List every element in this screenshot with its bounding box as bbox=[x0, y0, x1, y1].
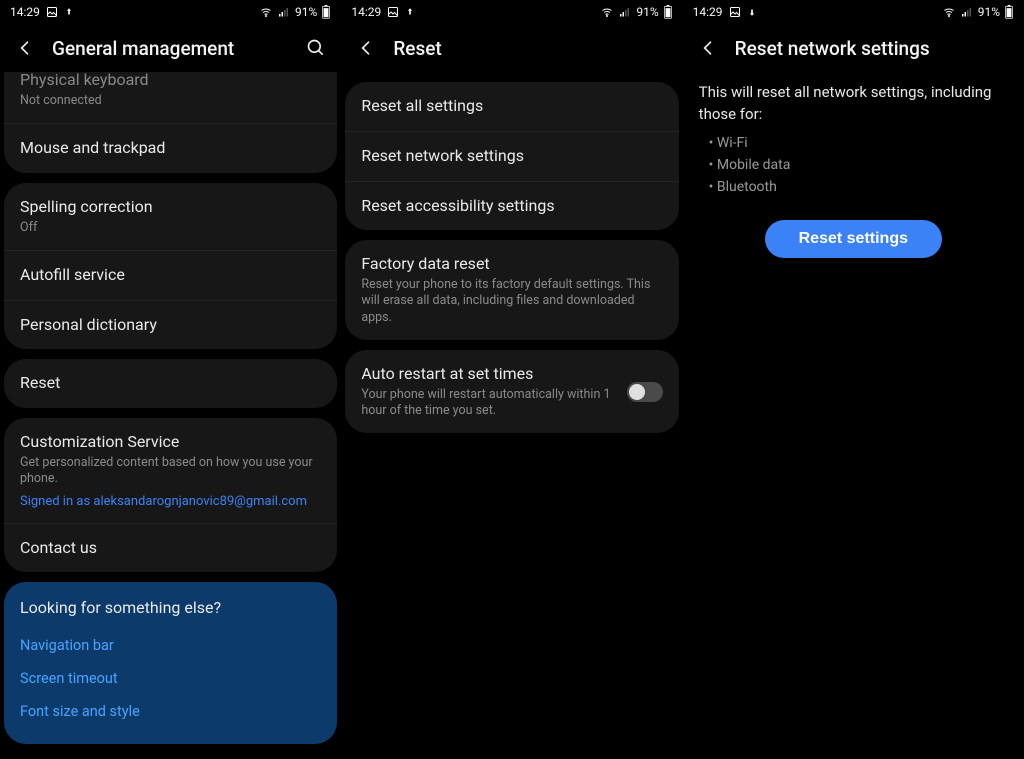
auto-restart-toggle[interactable] bbox=[627, 382, 663, 402]
signal-icon bbox=[277, 6, 291, 18]
reset-network-bullets: Wi-Fi Mobile data Bluetooth bbox=[699, 126, 1008, 198]
upload-icon bbox=[64, 6, 74, 18]
back-icon[interactable] bbox=[14, 37, 36, 59]
settings-card: Physical keyboard Not connected Mouse an… bbox=[4, 72, 337, 173]
status-bar: 14:29 91% bbox=[683, 0, 1024, 24]
upload-icon bbox=[405, 6, 415, 18]
settings-card: Auto restart at set times Your phone wil… bbox=[345, 350, 678, 433]
wifi-icon bbox=[942, 6, 956, 18]
suggestion-navigation-bar[interactable]: Navigation bar bbox=[20, 629, 321, 662]
bullet-bluetooth: Bluetooth bbox=[709, 176, 1008, 198]
row-label: Auto restart at set times bbox=[361, 364, 616, 385]
row-reset-network-settings[interactable]: Reset network settings bbox=[345, 131, 678, 181]
pane-reset: 14:29 91% bbox=[341, 0, 682, 759]
search-icon[interactable] bbox=[305, 37, 327, 59]
row-link[interactable]: Signed in as aleksandarognjanovic89@gmai… bbox=[20, 494, 321, 509]
row-label: Mouse and trackpad bbox=[20, 138, 321, 159]
status-bar: 14:29 91% bbox=[0, 0, 341, 24]
row-label: Customization Service bbox=[20, 432, 321, 453]
row-autofill-service[interactable]: Autofill service bbox=[4, 250, 337, 300]
row-mouse-trackpad[interactable]: Mouse and trackpad bbox=[4, 123, 337, 173]
image-icon bbox=[729, 6, 741, 18]
status-battery-text: 91% bbox=[295, 5, 317, 19]
row-contact-us[interactable]: Contact us bbox=[4, 523, 337, 573]
row-label: Reset bbox=[20, 373, 321, 394]
suggestion-card: Looking for something else? Navigation b… bbox=[4, 582, 337, 744]
row-sublabel: Reset your phone to its factory default … bbox=[361, 277, 662, 326]
row-label: Contact us bbox=[20, 538, 321, 559]
row-personal-dictionary[interactable]: Personal dictionary bbox=[4, 300, 337, 350]
reset-network-description: This will reset all network settings, in… bbox=[699, 82, 1008, 126]
settings-card: Customization Service Get personalized c… bbox=[4, 418, 337, 572]
row-label: Autofill service bbox=[20, 265, 321, 286]
status-time: 14:29 bbox=[10, 5, 40, 19]
settings-card: Reset bbox=[4, 359, 337, 408]
image-icon bbox=[46, 6, 58, 18]
row-factory-data-reset[interactable]: Factory data reset Reset your phone to i… bbox=[345, 240, 678, 340]
pane-general-management: 14:29 91% bbox=[0, 0, 341, 759]
suggestion-screen-timeout[interactable]: Screen timeout bbox=[20, 662, 321, 695]
settings-card: Spelling correction Off Autofill service… bbox=[4, 183, 337, 350]
row-customization-service[interactable]: Customization Service Get personalized c… bbox=[4, 418, 337, 522]
row-label: Spelling correction bbox=[20, 197, 321, 218]
reset-settings-button[interactable]: Reset settings bbox=[765, 220, 942, 258]
row-label: Factory data reset bbox=[361, 254, 662, 275]
back-icon[interactable] bbox=[697, 37, 719, 59]
pane-reset-network-settings: 14:29 91% bbox=[683, 0, 1024, 759]
title-bar: General management bbox=[0, 24, 341, 72]
wifi-icon bbox=[259, 6, 273, 18]
page-title: General management bbox=[52, 37, 234, 60]
row-physical-keyboard[interactable]: Physical keyboard Not connected bbox=[4, 72, 337, 123]
page-title: Reset bbox=[393, 37, 441, 60]
row-sublabel: Your phone will restart automatically wi… bbox=[361, 387, 616, 420]
settings-card: Factory data reset Reset your phone to i… bbox=[345, 240, 678, 340]
signal-icon bbox=[618, 6, 632, 18]
bullet-wifi: Wi-Fi bbox=[709, 132, 1008, 154]
suggestion-heading: Looking for something else? bbox=[20, 598, 321, 617]
battery-icon bbox=[663, 5, 673, 19]
row-sublabel: Off bbox=[20, 220, 321, 236]
back-icon[interactable] bbox=[355, 37, 377, 59]
battery-icon bbox=[1004, 5, 1014, 19]
signal-icon bbox=[960, 6, 974, 18]
row-spelling-correction[interactable]: Spelling correction Off bbox=[4, 183, 337, 250]
title-bar: Reset network settings bbox=[683, 24, 1024, 72]
status-bar: 14:29 91% bbox=[341, 0, 682, 24]
row-reset-all-settings[interactable]: Reset all settings bbox=[345, 82, 678, 131]
suggestion-font-size-style[interactable]: Font size and style bbox=[20, 695, 321, 728]
status-battery-text: 91% bbox=[978, 5, 1000, 19]
bullet-mobile-data: Mobile data bbox=[709, 154, 1008, 176]
row-sublabel: Not connected bbox=[20, 93, 321, 109]
battery-icon bbox=[321, 5, 331, 19]
row-reset-accessibility-settings[interactable]: Reset accessibility settings bbox=[345, 181, 678, 231]
page-title: Reset network settings bbox=[735, 37, 930, 60]
download-icon bbox=[747, 6, 757, 18]
row-label: Personal dictionary bbox=[20, 315, 321, 336]
status-time: 14:29 bbox=[693, 5, 723, 19]
row-label: Reset accessibility settings bbox=[361, 196, 662, 217]
settings-card: Reset all settings Reset network setting… bbox=[345, 82, 678, 230]
reset-network-content: This will reset all network settings, in… bbox=[683, 72, 1024, 268]
status-battery-text: 91% bbox=[636, 5, 658, 19]
row-sublabel: Get personalized content based on how yo… bbox=[20, 455, 321, 488]
row-label: Reset all settings bbox=[361, 96, 662, 117]
title-bar: Reset bbox=[341, 24, 682, 72]
status-time: 14:29 bbox=[351, 5, 381, 19]
wifi-icon bbox=[600, 6, 614, 18]
row-label: Physical keyboard bbox=[20, 72, 321, 91]
row-auto-restart[interactable]: Auto restart at set times Your phone wil… bbox=[345, 350, 678, 433]
image-icon bbox=[387, 6, 399, 18]
row-label: Reset network settings bbox=[361, 146, 662, 167]
row-reset[interactable]: Reset bbox=[4, 359, 337, 408]
